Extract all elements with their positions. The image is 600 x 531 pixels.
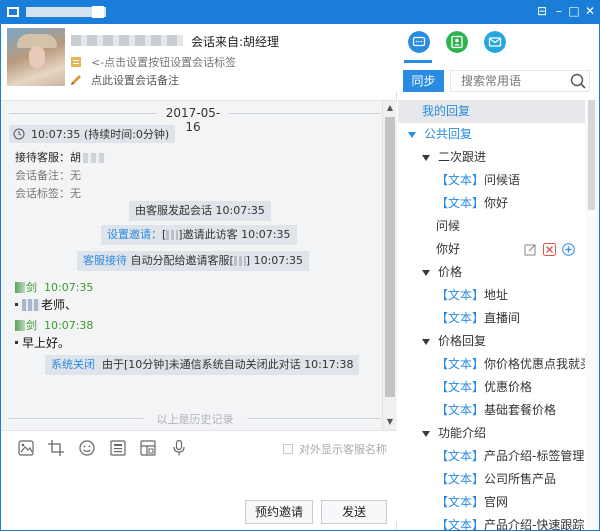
expand-icon[interactable] [422, 338, 430, 345]
session-tag-line: 会话标签：无 [15, 187, 81, 200]
scrollbar-thumb[interactable] [385, 117, 395, 397]
app-logo-icon [7, 7, 19, 17]
tree-item-my-replies[interactable]: 我的回复 [398, 100, 585, 123]
tree-group[interactable]: 二次跟进 [398, 146, 585, 169]
receptionist-line: 接待客服：胡 [15, 149, 105, 165]
title-redacted-box [92, 6, 104, 18]
history-separator: 以上是历史记录 [9, 411, 381, 426]
edit-icon[interactable] [524, 243, 537, 256]
expand-icon[interactable] [422, 430, 430, 437]
search-icon[interactable] [569, 72, 587, 90]
contact-card-icon[interactable] [109, 439, 127, 457]
tree-item[interactable]: 问候 [398, 215, 585, 238]
tree-item[interactable]: 【文本】基础套餐价格 [398, 399, 585, 422]
event-initiated: 由客服发起会话 10:07:35 [129, 201, 271, 221]
message-text: 早上好。 [15, 334, 70, 351]
external-name-checkbox[interactable]: 对外显示客服名称 [283, 441, 387, 457]
maximize-icon[interactable]: □ [566, 3, 582, 19]
mail-icon[interactable] [484, 31, 506, 53]
add-icon[interactable] [562, 243, 575, 256]
tag-settings-icon[interactable] [69, 55, 83, 69]
session-time-badge: 10:07:35 (持续时间:0分钟) [9, 125, 176, 143]
crop-icon[interactable] [47, 439, 65, 457]
tag-row: <-点击设置按钮设置会话标签 [69, 54, 236, 70]
tree-item[interactable]: 【文本】优惠价格 [398, 376, 585, 399]
image-icon[interactable] [17, 439, 35, 457]
event-system-close: 系统关闭 由于[10分钟]未通信系统自动关闭此对话 10:17:38 [45, 355, 360, 375]
close-icon[interactable]: ✕ [582, 3, 598, 19]
tree-item[interactable]: 【文本】你价格优惠点我就买 [398, 353, 585, 376]
chat-window: ⊟ – □ ✕ 会话来自:胡经理 <-点击设置按钮设置会话标签 点此设置会话备注… [0, 0, 600, 531]
chat-panel: 会话来自:胡经理 <-点击设置按钮设置会话标签 点此设置会话备注 2017-05… [1, 24, 397, 530]
tree-item[interactable]: 【文本】产品介绍-标签管理 [398, 445, 585, 468]
scrollbar-thumb[interactable] [588, 100, 595, 210]
chat-icon[interactable] [408, 31, 430, 53]
visitor-name-redacted [71, 35, 183, 46]
tree-group[interactable]: 价格回复 [398, 330, 585, 353]
event-assign: 客服接待 自动分配给邀请客服[] 10:07:35 [77, 251, 309, 271]
search-input[interactable] [461, 73, 565, 89]
quick-reply-panel: 同步 我的回复 公共回复 二次跟进 【文本】问候语 【文本】你好 问候 你好 [398, 24, 599, 530]
right-tabs [398, 24, 599, 64]
tree-item[interactable]: 【文本】你好 [398, 192, 585, 215]
minimize-icon[interactable]: – [551, 3, 567, 19]
expand-icon[interactable] [408, 131, 416, 138]
tree-item-public-replies[interactable]: 公共回复 [398, 123, 585, 146]
note-row[interactable]: 点此设置会话备注 [69, 72, 179, 88]
note-hint: 点此设置会话备注 [91, 74, 179, 87]
message-text: 老师、 [15, 296, 77, 313]
invite-button[interactable]: 预约邀请 [245, 500, 313, 524]
sync-button[interactable]: 同步 [403, 70, 444, 92]
reply-scrollbar[interactable] [585, 100, 598, 530]
row-actions [524, 243, 575, 256]
chat-scrollbar[interactable]: ▲ ▼ [382, 101, 396, 431]
tree-item[interactable]: 【文本】问候语 [398, 169, 585, 192]
visitor-header: 会话来自:胡经理 <-点击设置按钮设置会话标签 点此设置会话备注 [1, 24, 397, 92]
expand-icon[interactable] [422, 269, 430, 276]
clock-icon [13, 128, 25, 140]
active-tab-indicator [404, 60, 432, 63]
pencil-icon [69, 73, 83, 87]
message-sender: 剑 10:07:35 [15, 279, 93, 295]
restore-icon[interactable]: ⊟ [534, 3, 550, 19]
search-box[interactable] [450, 70, 590, 92]
message-sender: 剑 10:07:38 [15, 317, 93, 333]
avatar[interactable] [7, 28, 65, 86]
checkbox[interactable] [283, 444, 293, 454]
tag-hint: <-点击设置按钮设置会话标签 [91, 56, 237, 69]
title-bar: ⊟ – □ ✕ [0, 0, 600, 24]
delete-icon[interactable] [543, 243, 556, 256]
scroll-up-icon[interactable]: ▲ [385, 103, 395, 113]
session-source: 会话来自:胡经理 [191, 35, 280, 49]
date-separator: 2017-05-16 [9, 106, 381, 134]
screenshot-icon[interactable] [139, 439, 157, 457]
scroll-down-icon[interactable]: ▼ [385, 417, 395, 427]
tree-item[interactable]: 【文本】产品介绍-快速跟踪 [398, 514, 585, 530]
contacts-icon[interactable] [446, 31, 468, 53]
send-button[interactable]: 发送 [321, 500, 387, 524]
tree-item[interactable]: 【文本】地址 [398, 284, 585, 307]
expand-icon[interactable] [422, 154, 430, 161]
tree-group[interactable]: 功能介绍 [398, 422, 585, 445]
microphone-icon[interactable] [170, 439, 188, 457]
main-content: 会话来自:胡经理 <-点击设置按钮设置会话标签 点此设置会话备注 2017-05… [1, 24, 599, 530]
input-toolbar: 对外显示客服名称 [1, 430, 397, 462]
event-invite: 设置邀请：[]邀请此访客 10:07:35 [101, 225, 297, 245]
chat-history[interactable]: 2017-05-16 10:07:35 (持续时间:0分钟) 接待客服：胡 会话… [1, 100, 397, 431]
tree-item[interactable]: 【文本】公司所售产品 [398, 468, 585, 491]
tree-item[interactable]: 【文本】官网 [398, 491, 585, 514]
session-note-line: 会话备注：无 [15, 169, 81, 182]
emoji-icon[interactable] [78, 439, 96, 457]
tree-group[interactable]: 价格 [398, 261, 585, 284]
tree-item[interactable]: 【文本】直播间 [398, 307, 585, 330]
reply-tree: 我的回复 公共回复 二次跟进 【文本】问候语 【文本】你好 问候 你好 价格 【… [398, 100, 585, 530]
tree-item[interactable]: 你好 [398, 238, 585, 261]
